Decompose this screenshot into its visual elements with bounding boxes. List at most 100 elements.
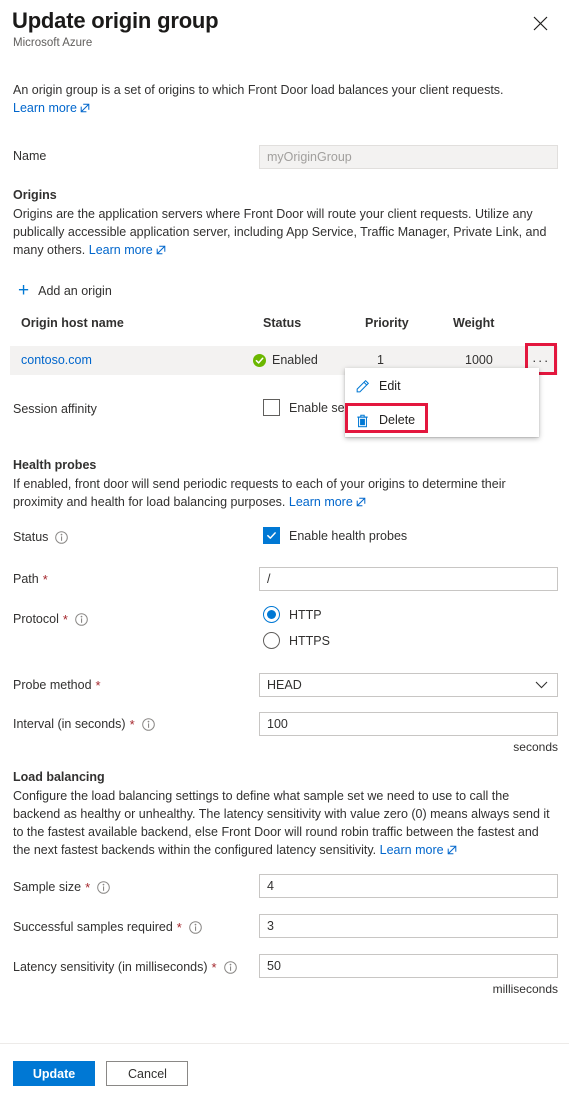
path-input[interactable] [259,567,558,591]
sample-size-label-text: Sample size [13,880,82,894]
update-button[interactable]: Update [13,1061,95,1086]
status-badge-label: Enabled [272,353,318,367]
enable-health-probes-checkbox[interactable]: Enable health probes [263,527,407,544]
required-asterisk: * [95,677,101,693]
latency-sensitivity-label-text: Latency sensitivity (in milliseconds) [13,960,208,974]
pencil-icon [345,379,379,394]
protocol-radio-http-label: HTTP [289,607,322,622]
required-asterisk: * [129,716,135,732]
checkbox-box [263,399,280,416]
protocol-radio-http[interactable]: HTTP [263,606,322,623]
required-asterisk: * [211,959,217,975]
sample-size-input[interactable] [259,874,558,898]
origins-table-header: Origin host name Status Priority Weight [10,316,558,338]
footer-divider [0,1043,569,1044]
latency-sensitivity-input[interactable] [259,954,558,978]
check-circle-icon [253,353,266,367]
required-asterisk: * [62,611,68,627]
panel-description-text: An origin group is a set of origins to w… [13,83,504,97]
health-probes-section-title: Health probes [13,458,97,472]
enable-health-probes-label: Enable health probes [289,528,408,543]
plus-icon: + [18,280,30,301]
info-icon[interactable] [75,612,88,626]
close-button[interactable] [527,10,553,36]
latency-sensitivity-label: Latency sensitivity (in milliseconds) * [13,960,237,974]
info-icon[interactable] [141,717,155,731]
interval-label-text: Interval (in seconds) [13,717,126,731]
external-link-icon [447,842,457,860]
context-menu-item-edit-label: Edit [379,379,401,393]
origin-host-link[interactable]: contoso.com [21,353,92,367]
health-probe-status-label: Status [13,530,69,544]
checkbox-box [263,527,280,544]
origins-section-title: Origins [13,188,57,202]
info-icon[interactable] [55,530,69,544]
required-asterisk: * [85,879,91,895]
interval-input[interactable] [259,712,558,736]
trash-icon [345,413,379,428]
successful-samples-input[interactable] [259,914,558,938]
interval-unit-label: seconds [513,740,558,754]
sample-size-label: Sample size * [13,880,110,894]
probe-method-select[interactable]: HEAD [259,673,558,697]
context-menu-item-edit[interactable]: Edit [345,369,539,403]
chevron-down-icon [535,681,557,689]
origins-learn-more-link[interactable]: Learn more [89,243,166,257]
required-asterisk: * [42,571,48,587]
origins-section-description: Origins are the application servers wher… [13,205,558,260]
radio-button [263,632,280,649]
path-label: Path * [13,572,48,586]
info-icon[interactable] [189,920,202,934]
panel-header: Update origin group Microsoft Azure [0,0,569,62]
info-icon[interactable] [223,960,237,974]
probe-method-label-text: Probe method [13,678,92,692]
health-probe-status-label-text: Status [13,530,49,544]
add-an-origin-label: Add an origin [38,283,112,298]
protocol-radio-https[interactable]: HTTPS [263,632,330,649]
origin-priority-value: 1 [377,353,384,367]
page-title: Update origin group [12,8,219,33]
probe-method-value: HEAD [267,678,302,692]
origins-learn-more-label: Learn more [88,243,153,257]
latency-unit-label: milliseconds [492,982,558,996]
load-balancing-learn-more-link[interactable]: Learn more [380,843,457,857]
close-icon [533,16,548,31]
column-header-weight: Weight [453,316,495,330]
interval-label: Interval (in seconds) * [13,717,155,731]
intro-learn-more-label: Learn more [13,101,77,115]
successful-samples-label-text: Successful samples required [13,920,173,934]
name-label: Name [13,149,46,163]
origin-weight-value: 1000 [465,353,493,367]
column-header-host: Origin host name [21,316,124,330]
name-input[interactable] [259,145,558,169]
update-origin-group-panel: Update origin group Microsoft Azure An o… [0,0,569,1097]
checkmark-icon [267,532,276,539]
column-header-status: Status [263,316,302,330]
required-asterisk: * [176,919,182,935]
context-menu-item-delete-label: Delete [379,413,416,427]
health-probes-learn-more-link[interactable]: Learn more [289,495,366,509]
status-badge: Enabled [253,353,318,367]
radio-button [263,606,280,623]
row-context-menu: Edit Delete [345,368,539,437]
health-probes-learn-more-label: Learn more [288,495,353,509]
intro-learn-more-link[interactable]: Learn more [13,101,90,115]
cancel-button[interactable]: Cancel [106,1061,189,1086]
footer-actions: Update Cancel [13,1061,189,1086]
load-balancing-description-text: Configure the load balancing settings to… [13,789,550,857]
health-probes-description-text: If enabled, front door will send periodi… [13,477,506,509]
column-header-priority: Priority [365,316,409,330]
path-label-text: Path [13,572,39,586]
external-link-icon [356,494,366,512]
health-probes-section-description: If enabled, front door will send periodi… [13,475,558,512]
external-link-icon [80,100,90,118]
successful-samples-label: Successful samples required * [13,920,202,934]
protocol-radio-https-label: HTTPS [289,633,330,648]
info-icon[interactable] [97,880,110,894]
external-link-icon [156,242,166,260]
protocol-label-text: Protocol [13,612,59,626]
context-menu-item-delete[interactable]: Delete [345,403,539,437]
load-balancing-learn-more-label: Learn more [379,843,444,857]
add-an-origin-button[interactable]: + Add an origin [18,281,112,300]
session-affinity-label: Session affinity [13,402,97,416]
